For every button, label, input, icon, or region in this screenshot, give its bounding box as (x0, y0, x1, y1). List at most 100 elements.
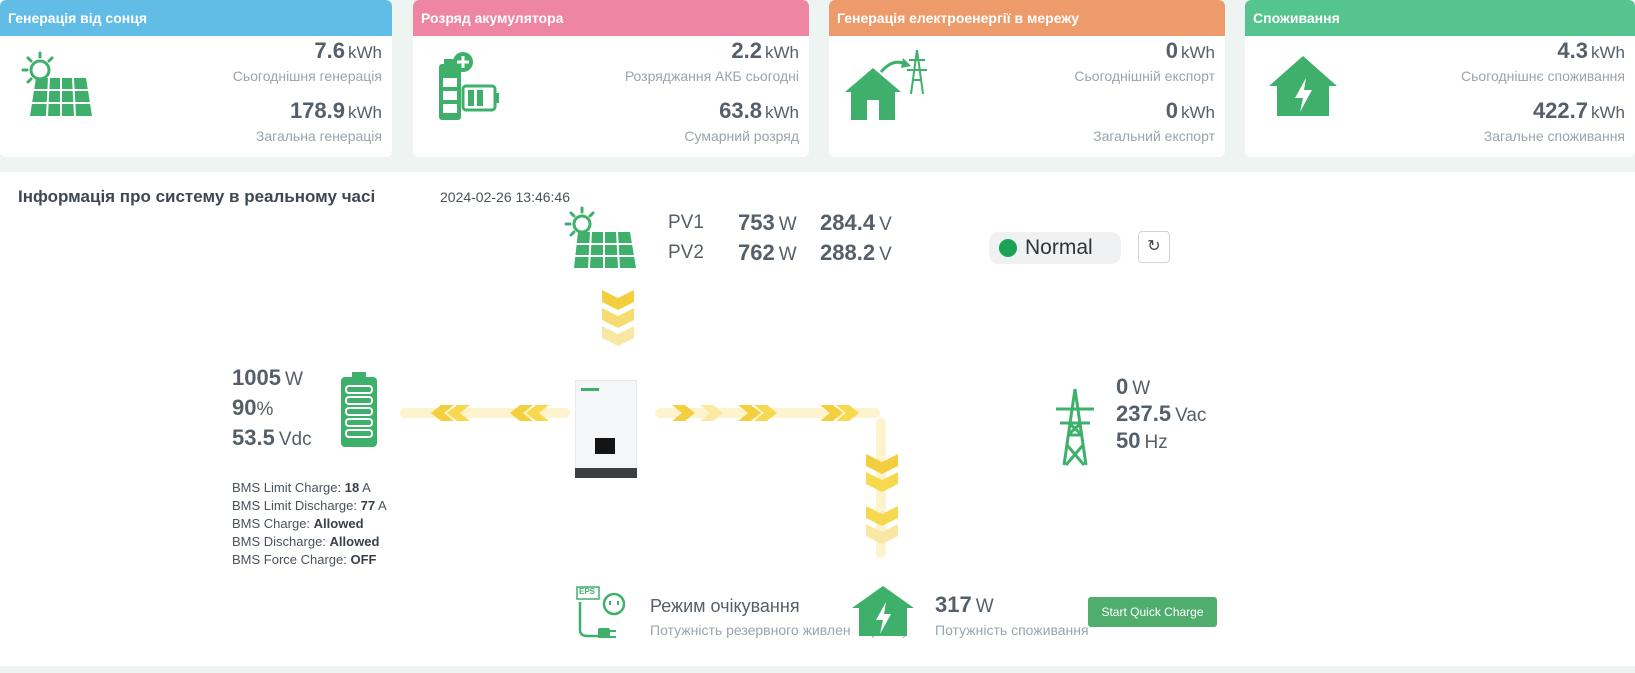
card-title: Генерація електроенергії в мережу (829, 0, 1225, 36)
battery-soc-unit: % (256, 399, 274, 420)
pv1-voltage-unit: V (879, 214, 892, 235)
battery-voltage: 53.5 Vdc (232, 425, 312, 451)
today-label: Розряджання АКБ сьогодні (624, 68, 799, 84)
total-label: Загальний експорт (1093, 128, 1215, 144)
today-value: 2.2 (731, 38, 762, 63)
total-label: Загальне споживання (1483, 128, 1625, 144)
today-label: Сьогоднішнє споживання (1461, 68, 1625, 84)
refresh-button[interactable]: ↻ (1138, 231, 1170, 263)
today-value: 4.3 (1557, 38, 1588, 63)
pv1-row: PV1 (668, 212, 704, 234)
grid-tower-icon (1052, 387, 1098, 467)
load-power-value: 317 (935, 592, 972, 617)
today-label: Сьогоднішній експорт (1074, 68, 1215, 84)
total-stat: 178.9 kWh Загальна генерація (256, 98, 382, 144)
realtime-panel: Інформація про систему в реальному часі … (0, 172, 1635, 666)
card-title: Споживання (1245, 0, 1635, 36)
inverter-icon (574, 379, 638, 479)
battery-flow-arrows (400, 405, 570, 421)
grid-voltage-value: 237.5 (1116, 401, 1172, 426)
load-label: Потужність споживання (935, 622, 1089, 638)
pv1-power-value: 753 (738, 210, 775, 235)
bms-value: OFF (350, 552, 377, 567)
pv2-power-value: 762 (738, 240, 775, 265)
grid-voltage: 237.5 Vac (1116, 401, 1206, 427)
battery-voltage-value: 53.5 (232, 425, 275, 450)
total-label: Загальна генерація (255, 128, 382, 144)
pv1-voltage-value: 284.4 (820, 210, 876, 235)
pv1-voltage: 284.4 V (820, 210, 892, 236)
bms-row: BMS Limit Discharge: 77 A (232, 497, 387, 515)
status-badge: Normal (989, 232, 1121, 264)
today-unit: kWh (1181, 43, 1215, 62)
total-stat: 63.8 kWh Сумарний розряд (684, 98, 799, 144)
total-unit: kWh (765, 103, 799, 122)
total-value: 422.7 (1532, 98, 1588, 123)
load-flow-arrows (655, 405, 880, 421)
bms-value: Allowed (313, 516, 364, 531)
pv2-power: 762 W (738, 240, 797, 266)
today-label: Сьогоднішня генерація (232, 68, 382, 84)
bms-value: 18 (344, 480, 360, 495)
card-consumption: Споживання 4.3 kWh Сьогоднішнє споживання… (1245, 0, 1635, 157)
today-stat: 0 kWh Сьогоднішній експорт (1074, 38, 1215, 84)
today-stat: 4.3 kWh Сьогоднішнє споживання (1461, 38, 1625, 84)
card-solar: Генерація від сонця 7.6 kWh Сьогоднішня г… (0, 0, 392, 157)
bms-value: Allowed (329, 534, 380, 549)
pv2-label: PV2 (668, 242, 704, 263)
battery-voltage-unit: Vdc (278, 429, 312, 450)
grid-export-icon (841, 49, 931, 122)
grid-frequency: 50 Hz (1116, 428, 1168, 454)
pv-flow-arrows (602, 290, 634, 346)
grid-power: 0W (1116, 374, 1150, 400)
grid-frequency-value: 50 (1116, 428, 1141, 453)
bms-label: BMS Limit Charge: (232, 480, 342, 495)
card-battery: Розряд акумулятора 2.2 kWh Розряджання АК… (413, 0, 809, 157)
pv2-voltage-value: 288.2 (820, 240, 876, 265)
total-stat: 0 kWh Загальний експорт (1093, 98, 1215, 144)
card-grid-export: Генерація електроенергії в мережу 0 kWh С… (829, 0, 1225, 157)
today-value: 0 (1165, 38, 1178, 63)
load-down-flow-arrows (866, 418, 898, 558)
today-stat: 7.6 kWh Сьогоднішня генерація (233, 38, 382, 84)
pv2-voltage: 288.2 V (820, 240, 892, 266)
total-value: 63.8 (719, 98, 762, 123)
battery-power: 1005 W (232, 365, 303, 391)
load-home-icon (850, 584, 916, 636)
today-unit: kWh (1591, 43, 1625, 62)
load-power: 317 W (935, 592, 994, 618)
bms-label: BMS Charge: (232, 516, 311, 531)
bms-row: BMS Charge: Allowed (232, 515, 387, 533)
battery-power-value: 1005 (232, 365, 281, 390)
solar-panel-icon (14, 50, 94, 122)
pv2-row: PV2 (668, 242, 704, 264)
pv-solar-panel-icon (560, 206, 640, 272)
pv1-label: PV1 (668, 212, 704, 233)
start-quick-charge-button[interactable]: Start Quick Charge (1088, 597, 1217, 627)
grid-frequency-unit: Hz (1144, 432, 1168, 453)
eps-badge: EPS (579, 587, 596, 596)
eps-mode: Режим очікування (650, 596, 800, 616)
bms-label: BMS Limit Discharge: (232, 498, 357, 513)
today-value: 7.6 (314, 38, 345, 63)
total-unit: kWh (1591, 103, 1625, 122)
battery-power-unit: W (284, 369, 303, 390)
pv1-power-unit: W (778, 214, 797, 235)
status-text: Normal (1025, 236, 1093, 259)
load-power-unit: W (975, 596, 994, 617)
total-value: 0 (1165, 98, 1178, 123)
total-unit: kWh (1181, 103, 1215, 122)
pv1-power: 753 W (738, 210, 797, 236)
total-stat: 422.7 kWh Загальне споживання (1484, 98, 1625, 144)
today-unit: kWh (765, 43, 799, 62)
status-dot-icon (999, 239, 1017, 257)
grid-power-unit: W (1132, 378, 1151, 399)
battery-icon (427, 50, 507, 122)
grid-power-value: 0 (1116, 374, 1129, 399)
refresh-icon: ↻ (1147, 238, 1161, 255)
home-consumption-icon (1267, 50, 1339, 122)
bms-info: BMS Limit Charge: 18 A BMS Limit Dischar… (232, 479, 387, 569)
pv2-voltage-unit: V (879, 244, 892, 265)
total-label: Сумарний розряд (684, 128, 799, 144)
bms-row: BMS Force Charge: OFF (232, 551, 387, 569)
